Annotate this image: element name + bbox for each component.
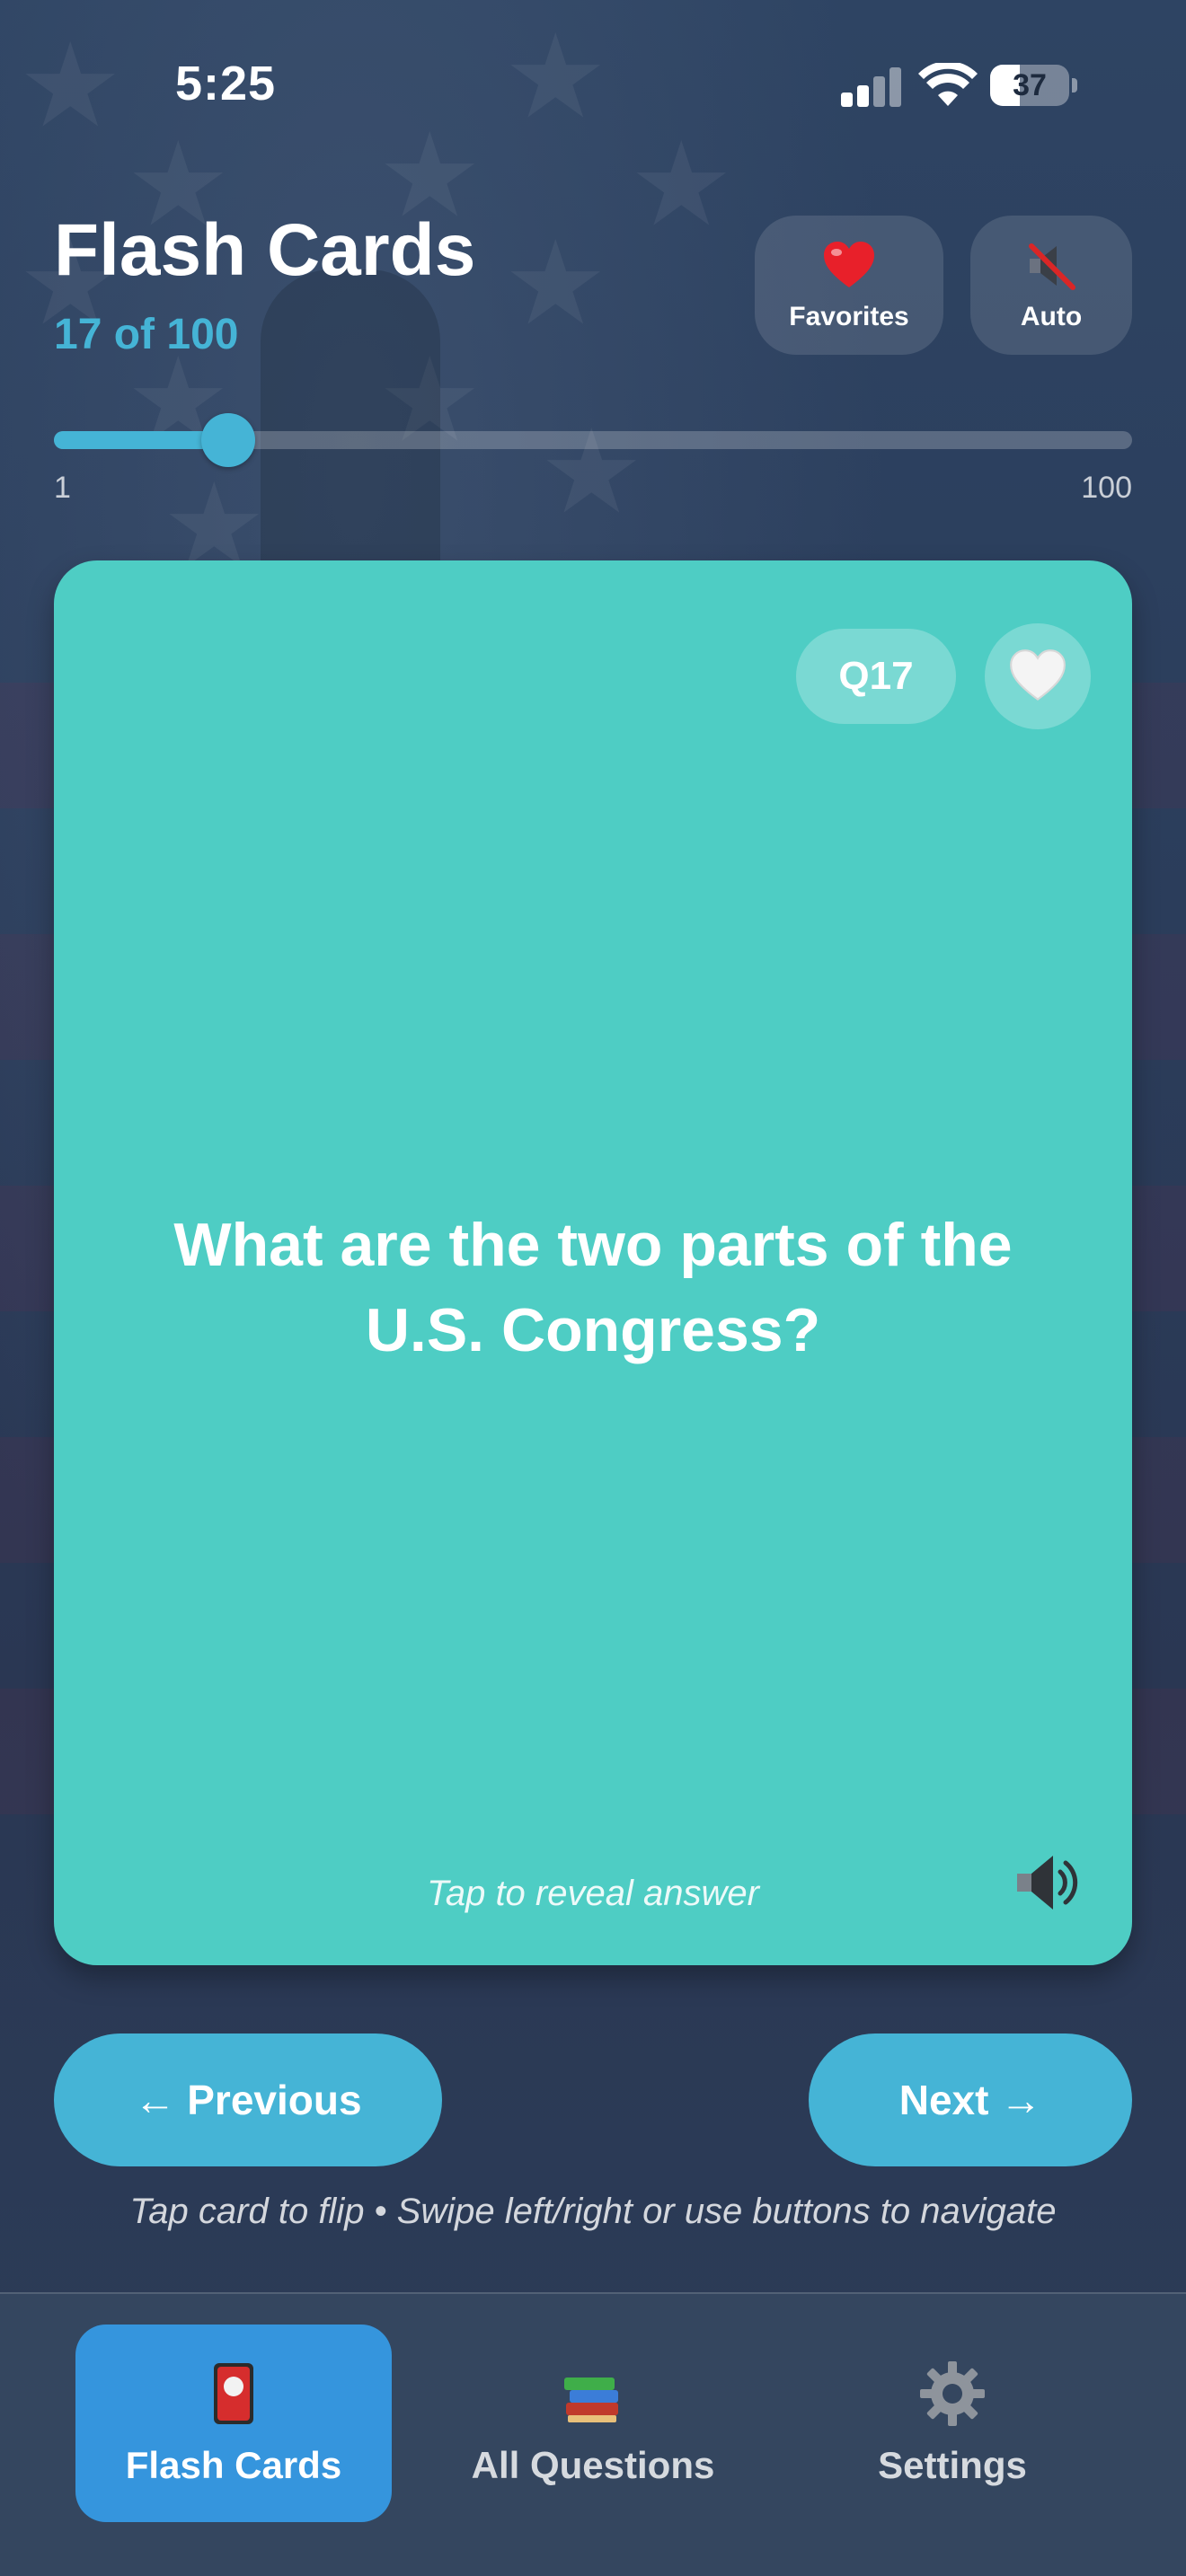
page-title: Flash Cards bbox=[54, 209, 476, 291]
question-slider[interactable] bbox=[54, 413, 1132, 467]
tab-all-questions[interactable]: All Questions bbox=[431, 2325, 755, 2522]
slider-max-label: 100 bbox=[1081, 471, 1132, 505]
navigation-instructions: Tap card to flip • Swipe left/right or u… bbox=[129, 2192, 1057, 2231]
tab-settings[interactable]: Settings bbox=[809, 2325, 1096, 2522]
reveal-hint: Tap to reveal answer bbox=[427, 1874, 759, 1913]
flash-card-icon bbox=[214, 2363, 253, 2424]
auto-play-button[interactable]: Auto bbox=[970, 216, 1132, 355]
battery-icon: 37 bbox=[990, 65, 1069, 106]
tab-flash-cards-label: Flash Cards bbox=[125, 2444, 342, 2486]
status-bar: 5:25 37 bbox=[0, 0, 1186, 171]
battery-level: 37 bbox=[1013, 67, 1047, 102]
next-button[interactable]: Next → bbox=[809, 2033, 1132, 2166]
favorites-label: Favorites bbox=[789, 301, 909, 331]
slider-min-label: 1 bbox=[54, 471, 71, 505]
tab-all-questions-label: All Questions bbox=[471, 2444, 715, 2486]
wifi-icon bbox=[918, 63, 978, 106]
tab-bar: Flash Cards All Questions Settings bbox=[0, 2292, 1186, 2576]
tab-flash-cards[interactable]: Flash Cards bbox=[75, 2325, 392, 2522]
heart-icon bbox=[824, 241, 874, 287]
favorites-button[interactable]: Favorites bbox=[755, 216, 943, 355]
slider-thumb[interactable] bbox=[200, 413, 255, 467]
card-favorite-button[interactable] bbox=[985, 623, 1091, 729]
app-screen: ★ ★ ★ ★ ★ ★ ★ ★ ★ ★ ★ 5:25 37 Flash Card… bbox=[0, 0, 1186, 2576]
tab-settings-label: Settings bbox=[878, 2444, 1027, 2486]
speaker-icon[interactable] bbox=[1010, 1845, 1085, 1920]
flash-card[interactable]: Q17 What are the two parts of the U.S. C… bbox=[54, 560, 1132, 1965]
speaker-muted-icon bbox=[1029, 243, 1075, 290]
auto-label: Auto bbox=[1020, 301, 1083, 331]
previous-button[interactable]: ← Previous bbox=[54, 2033, 442, 2166]
card-progress-text: 17 of 100 bbox=[54, 311, 239, 358]
books-icon bbox=[564, 2378, 618, 2422]
white-heart-icon bbox=[1010, 649, 1066, 701]
status-time: 5:25 bbox=[175, 57, 277, 110]
gear-icon bbox=[920, 2361, 985, 2426]
cellular-signal-icon bbox=[841, 67, 902, 107]
question-number-badge: Q17 bbox=[796, 629, 956, 724]
question-text: What are the two parts of the U.S. Congr… bbox=[173, 1211, 1013, 1364]
